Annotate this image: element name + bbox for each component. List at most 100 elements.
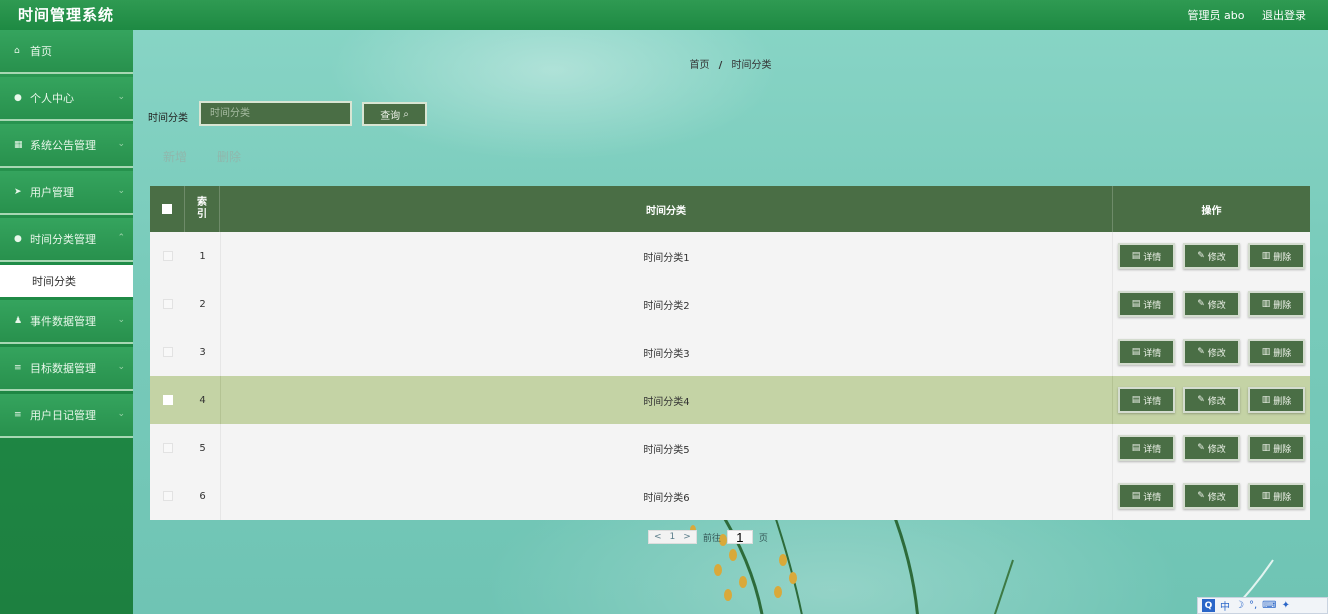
row-index: 1 bbox=[199, 250, 206, 262]
sidebar-item-users[interactable]: ➤ 用户管理 ⌄ bbox=[0, 171, 133, 215]
punctuation-icon[interactable]: °, bbox=[1249, 600, 1257, 611]
sidebar-item-events[interactable]: ♟ 事件数据管理 ⌄ bbox=[0, 300, 133, 344]
row-checkbox[interactable] bbox=[162, 347, 173, 357]
row-delete-button[interactable]: ▥ 删除 bbox=[1248, 435, 1305, 461]
search-input[interactable] bbox=[199, 101, 352, 126]
trash-icon: ▥ bbox=[1261, 251, 1271, 261]
edit-button[interactable]: ✎ 修改 bbox=[1183, 435, 1240, 461]
menu-icon: ≡ bbox=[14, 410, 22, 420]
table-row: 1 时间分类1 ▤ 详情 ✎ 修改 ▥ 删除 bbox=[150, 232, 1310, 280]
row-delete-button[interactable]: ▥ 删除 bbox=[1248, 339, 1305, 365]
dot-icon: ● bbox=[14, 234, 22, 244]
query-button[interactable]: 查询 ⌕ bbox=[362, 102, 427, 126]
chevron-down-icon: ⌄ bbox=[117, 409, 125, 419]
next-page-icon[interactable]: > bbox=[683, 532, 691, 542]
sidebar-item-time-category[interactable]: ● 时间分类管理 ⌃ bbox=[0, 218, 133, 262]
breadcrumb-home[interactable]: 首页 bbox=[689, 60, 709, 71]
delete-button[interactable]: 删除 bbox=[217, 148, 241, 165]
select-all-cell bbox=[150, 186, 185, 232]
send-icon: ➤ bbox=[14, 187, 22, 197]
row-delete-button[interactable]: ▥ 删除 bbox=[1248, 243, 1305, 269]
sidebar-item-label: 事件数据管理 bbox=[30, 315, 96, 328]
skin-icon[interactable]: ✦ bbox=[1282, 600, 1290, 611]
chevron-down-icon: ⌄ bbox=[117, 139, 125, 149]
logout-link[interactable]: 退出登录 bbox=[1262, 9, 1306, 22]
trash-icon: ▥ bbox=[1261, 491, 1271, 501]
sidebar-item-label: 首页 bbox=[30, 45, 52, 58]
detail-button[interactable]: ▤ 详情 bbox=[1118, 243, 1175, 269]
sidebar-item-goals[interactable]: ≡ 目标数据管理 ⌄ bbox=[0, 347, 133, 391]
detail-icon: ▤ bbox=[1131, 347, 1141, 357]
top-bar: 时间管理系统 管理员 abo 退出登录 bbox=[0, 0, 1328, 30]
row-checkbox[interactable] bbox=[162, 251, 173, 261]
detail-icon: ▤ bbox=[1131, 443, 1141, 453]
sidebar-item-label: 用户日记管理 bbox=[30, 409, 96, 422]
table-header: 索引 时间分类 操作 bbox=[150, 186, 1310, 232]
category-header: 时间分类 bbox=[220, 186, 1113, 232]
edit-icon: ✎ bbox=[1197, 443, 1205, 453]
edit-button[interactable]: ✎ 修改 bbox=[1183, 291, 1240, 317]
trash-icon: ▥ bbox=[1261, 395, 1271, 405]
row-delete-button[interactable]: ▥ 删除 bbox=[1248, 291, 1305, 317]
chevron-down-icon: ⌄ bbox=[117, 362, 125, 372]
table-row: 4 时间分类4 ▤ 详情 ✎ 修改 ▥ 删除 bbox=[150, 376, 1310, 424]
edit-button[interactable]: ✎ 修改 bbox=[1183, 243, 1240, 269]
chevron-up-icon: ⌃ bbox=[117, 233, 125, 243]
current-page[interactable]: 1 bbox=[670, 532, 676, 542]
index-header: 索引 bbox=[185, 186, 220, 232]
sidebar-item-home[interactable]: ⌂ 首页 bbox=[0, 30, 133, 74]
detail-button[interactable]: ▤ 详情 bbox=[1118, 387, 1175, 413]
detail-button[interactable]: ▤ 详情 bbox=[1118, 339, 1175, 365]
sidebar-item-label: 个人中心 bbox=[30, 92, 74, 105]
page-unit: 页 bbox=[758, 533, 768, 544]
ime-logo-icon: Q bbox=[1202, 599, 1215, 612]
current-user: 管理员 abo bbox=[1187, 9, 1245, 22]
sidebar-item-diary[interactable]: ≡ 用户日记管理 ⌄ bbox=[0, 394, 133, 438]
sidebar-item-profile[interactable]: ● 个人中心 ⌄ bbox=[0, 77, 133, 121]
user-icon: ● bbox=[14, 93, 22, 103]
row-index: 6 bbox=[199, 490, 206, 502]
add-button[interactable]: 新增 bbox=[163, 148, 187, 165]
edit-button[interactable]: ✎ 修改 bbox=[1183, 483, 1240, 509]
table-row: 3 时间分类3 ▤ 详情 ✎ 修改 ▥ 删除 bbox=[150, 328, 1310, 376]
row-delete-button[interactable]: ▥ 删除 bbox=[1248, 387, 1305, 413]
prev-page-icon[interactable]: < bbox=[654, 532, 662, 542]
row-category: 时间分类2 bbox=[220, 280, 1113, 328]
goto-page-input[interactable] bbox=[726, 530, 753, 544]
row-checkbox[interactable] bbox=[162, 443, 173, 453]
select-all-checkbox[interactable] bbox=[162, 204, 172, 214]
detail-button[interactable]: ▤ 详情 bbox=[1118, 291, 1175, 317]
home-icon: ⌂ bbox=[14, 46, 20, 56]
detail-icon: ▤ bbox=[1131, 395, 1141, 405]
moon-icon[interactable]: ☽ bbox=[1235, 600, 1244, 611]
operations-header: 操作 bbox=[1201, 205, 1222, 217]
person-icon: ♟ bbox=[14, 316, 23, 326]
breadcrumb-separator: / bbox=[718, 60, 723, 71]
row-checkbox[interactable] bbox=[162, 299, 173, 309]
row-checkbox[interactable] bbox=[162, 395, 173, 405]
edit-button[interactable]: ✎ 修改 bbox=[1183, 339, 1240, 365]
sidebar-item-label: 系统公告管理 bbox=[30, 139, 96, 152]
breadcrumb: 首页 / 时间分类 bbox=[133, 56, 1328, 71]
ime-mode[interactable]: 中 bbox=[1220, 598, 1230, 613]
sidebar-subitem-time-category[interactable]: 时间分类 bbox=[0, 265, 133, 297]
edit-icon: ✎ bbox=[1197, 395, 1205, 405]
breadcrumb-current: 时间分类 bbox=[731, 60, 772, 71]
sidebar-item-label: 用户管理 bbox=[30, 186, 74, 199]
row-category: 时间分类4 bbox=[220, 376, 1113, 424]
row-delete-button[interactable]: ▥ 删除 bbox=[1248, 483, 1305, 509]
detail-button[interactable]: ▤ 详情 bbox=[1118, 435, 1175, 461]
sidebar-item-announcements[interactable]: ▦ 系统公告管理 ⌄ bbox=[0, 124, 133, 168]
keyboard-icon[interactable]: ⌨ bbox=[1262, 600, 1276, 611]
detail-icon: ▤ bbox=[1131, 491, 1141, 501]
row-index: 5 bbox=[199, 442, 206, 454]
edit-button[interactable]: ✎ 修改 bbox=[1183, 387, 1240, 413]
detail-button[interactable]: ▤ 详情 bbox=[1118, 483, 1175, 509]
query-button-label: 查询 bbox=[380, 110, 401, 122]
list-icon: ≡ bbox=[14, 363, 22, 373]
table-row: 2 时间分类2 ▤ 详情 ✎ 修改 ▥ 删除 bbox=[150, 280, 1310, 328]
ime-toolbar[interactable]: Q 中 ☽ °, ⌨ ✦ bbox=[1197, 597, 1328, 614]
row-checkbox[interactable] bbox=[162, 491, 173, 501]
detail-icon: ▤ bbox=[1131, 299, 1141, 309]
row-category: 时间分类5 bbox=[220, 424, 1113, 472]
